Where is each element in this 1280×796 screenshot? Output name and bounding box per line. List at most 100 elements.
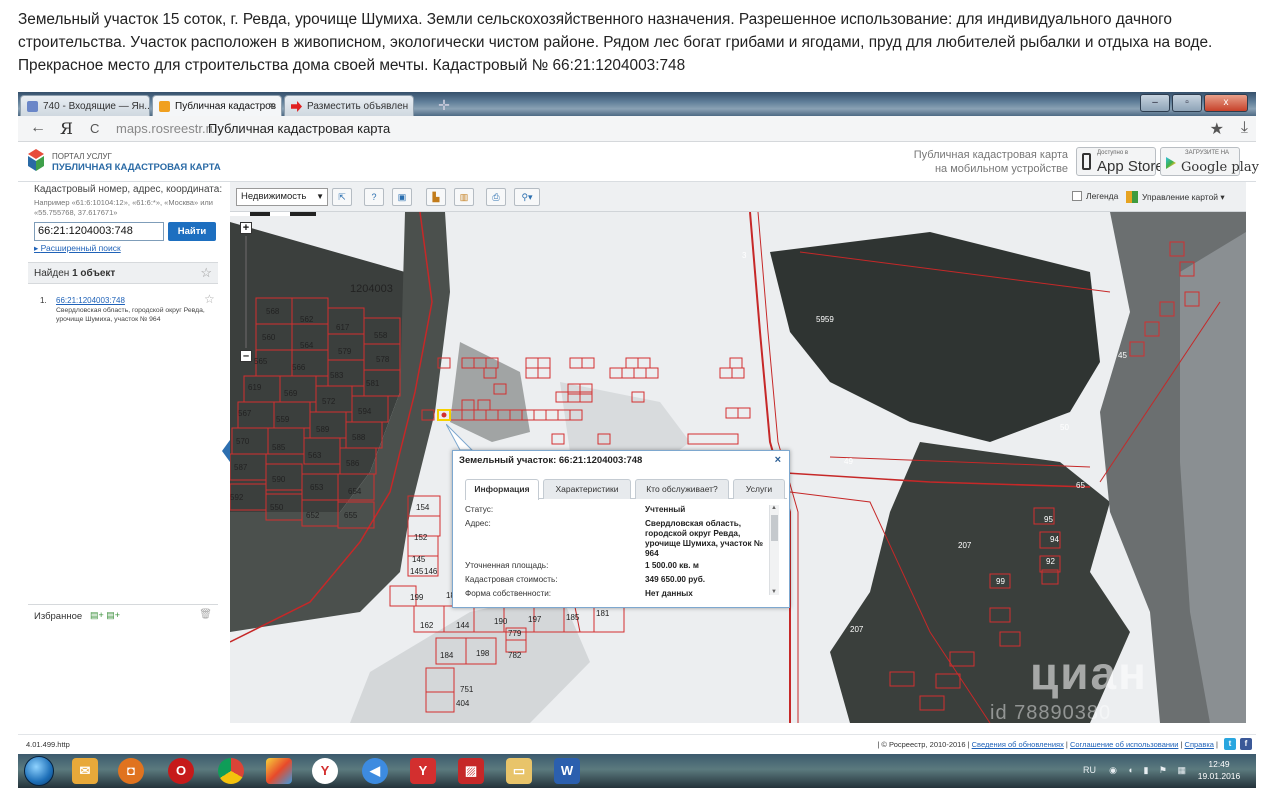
portal-header: ПОРТАЛ УСЛУГ ПУБЛИЧНАЯ КАДАСТРОВАЯ КАРТА… [18, 142, 1259, 182]
status-value: Учтенный [645, 505, 686, 514]
print-icon[interactable]: ⎙ [486, 188, 506, 206]
copyright-text: | © Росреестр, 2010-2016 | [877, 740, 970, 749]
media-app-icon[interactable]: ◘ [118, 758, 144, 784]
legend-checkbox[interactable] [1072, 191, 1082, 201]
plot-number-label: 652 [306, 511, 320, 520]
result-link[interactable]: 66:21:1204003:748 [56, 296, 125, 305]
tray-icons[interactable]: ◉ ◖ ▮ ⚑ ▦ [1109, 765, 1190, 776]
explorer-icon[interactable]: ▭ [506, 758, 532, 784]
tab-close-icon[interactable]: × [269, 96, 275, 116]
area-tool-icon[interactable]: ▥ [454, 188, 474, 206]
paint-app-icon[interactable] [266, 758, 292, 784]
download-icon[interactable]: ⤓ [1241, 119, 1248, 137]
plot-number-label: 162 [420, 621, 434, 630]
parcel-number-label: 94 [1050, 535, 1059, 544]
close-window-button[interactable]: x [1204, 94, 1248, 112]
chrome-icon[interactable] [218, 758, 244, 784]
mail-app-icon[interactable]: ✉ [72, 758, 98, 784]
parcel-number-label: 92 [1046, 557, 1055, 566]
tab-information[interactable]: Информация [465, 479, 539, 500]
parcel-number-label: 45 [1118, 351, 1127, 360]
language-indicator[interactable]: RU [1083, 765, 1096, 775]
reload-icon[interactable]: C [90, 121, 99, 136]
plot-number-label: 617 [336, 323, 350, 332]
windows-taskbar: ✉ ◘ O Y ◀ Y ▨ ▭ W RU ◉ ◖ ▮ ⚑ ▦ 12:49 19.… [18, 754, 1256, 788]
word-icon[interactable]: W [554, 758, 580, 784]
clock-time: 12:49 [1208, 759, 1230, 769]
minimize-button[interactable]: – [1140, 94, 1170, 112]
plot-number-label: 568 [266, 307, 280, 316]
start-button-icon[interactable] [24, 756, 54, 786]
help-link[interactable]: Справка [1185, 740, 1214, 749]
link-tool-icon[interactable]: ⚲▾ [514, 188, 540, 206]
favorites-add-icon[interactable]: ▤+ ▤+ [90, 610, 120, 621]
popup-close-icon[interactable]: × [775, 454, 781, 466]
portal-map-title[interactable]: ПУБЛИЧНАЯ КАДАСТРОВАЯ КАРТА [52, 162, 221, 173]
plot-number-label: 558 [374, 331, 388, 340]
terms-link[interactable]: Соглашение об использовании [1070, 740, 1178, 749]
plot-number-label: 589 [316, 425, 330, 434]
trash-icon[interactable]: 🗑 [199, 609, 212, 620]
measure-tool-icon[interactable]: ▙ [426, 188, 446, 206]
identify-tool-icon[interactable]: ? [364, 188, 384, 206]
tab-who-serves[interactable]: Кто обслуживает? [635, 479, 729, 499]
page-footer: 4.01.499.http | © Росреестр, 2010-2016 |… [18, 734, 1256, 754]
scroll-thumb[interactable] [771, 515, 778, 541]
browser-tab-bar: 740 - Входящие — Ян... Публичная кадастр… [18, 92, 1256, 116]
maximize-button[interactable]: ▫ [1172, 94, 1202, 112]
volume-app-icon[interactable]: ◀ [362, 758, 388, 784]
facebook-icon[interactable]: f [1240, 738, 1252, 750]
result-number: 1. [40, 296, 47, 305]
map-control-menu[interactable]: Управление картой ▾ [1126, 188, 1240, 206]
zoom-track[interactable] [245, 236, 247, 348]
mail-icon [27, 101, 38, 112]
plot-number-label: 559 [276, 415, 290, 424]
updates-link[interactable]: Сведения об обновлениях [972, 740, 1064, 749]
yandex-app-icon[interactable]: Y [410, 758, 436, 784]
address-value: Свердловская область, городской округ Ре… [645, 519, 764, 558]
address-label: Адрес: [465, 519, 491, 528]
image-viewer-icon[interactable]: ▨ [458, 758, 484, 784]
yandex-browser-icon[interactable]: Y [312, 758, 338, 784]
zoom-control: + – [240, 222, 252, 362]
zoom-out-button[interactable]: – [240, 350, 252, 362]
plot-number-label: 572 [322, 397, 336, 406]
parcel-number-label: 207 [850, 625, 864, 634]
scroll-down-icon[interactable]: ▼ [771, 589, 777, 595]
tab-characteristics[interactable]: Характеристики [543, 479, 631, 499]
google-play-button[interactable]: ЗАГРУЗИТЕ НА Google play [1160, 147, 1259, 176]
plot-number-label: 550 [270, 503, 284, 512]
twitter-icon[interactable]: t [1224, 738, 1236, 750]
plot-number-label: 566 [292, 363, 306, 372]
tab-post-ad[interactable]: Разместить объявлен [284, 95, 414, 116]
area-label: Уточненная площадь: [465, 561, 549, 570]
find-button[interactable]: Найти [168, 222, 216, 241]
select-tool-icon[interactable]: ⇱ [332, 188, 352, 206]
watermark-id: id 78890380 [990, 702, 1112, 723]
tab-mail[interactable]: 740 - Входящие — Ян... [20, 95, 150, 116]
back-icon[interactable]: ← [30, 119, 46, 137]
clock[interactable]: 12:49 19.01.2016 [1196, 758, 1242, 782]
advanced-search-label: Расширенный поиск [40, 243, 121, 253]
scroll-up-icon[interactable]: ▲ [771, 505, 777, 511]
zoom-in-button[interactable]: + [240, 222, 252, 234]
plot-number-label: 145 [412, 555, 426, 564]
search-input[interactable]: 66:21:1204003:748 [34, 222, 164, 241]
advanced-search-link[interactable]: ▸ Расширенный поиск [34, 243, 121, 254]
yandex-icon[interactable]: Я [60, 119, 73, 138]
info-tool-icon[interactable]: ▣ [392, 188, 412, 206]
new-tab-button[interactable]: ✛ [435, 96, 453, 114]
popup-scrollbar[interactable]: ▲ ▼ [769, 505, 779, 595]
collapse-sidebar-arrow-icon[interactable] [222, 440, 230, 462]
result-star-icon[interactable]: ☆ [204, 292, 215, 306]
app-store-button[interactable]: Доступно в App Store [1076, 147, 1164, 176]
tab-services[interactable]: Услуги [733, 479, 785, 499]
plot-number-label: 404 [456, 699, 470, 708]
tab-cadastral-map[interactable]: Публичная кадастров × [152, 95, 282, 116]
url-text[interactable]: maps.rosreestr.ru [116, 121, 217, 136]
layer-select[interactable]: Недвижимость ▼ [236, 188, 328, 206]
opera-icon[interactable]: O [168, 758, 194, 784]
favorite-star-icon[interactable]: ☆ [200, 265, 212, 281]
favorites-label: Избранное [34, 611, 83, 622]
bookmark-star-icon[interactable]: ★ [1210, 119, 1224, 139]
